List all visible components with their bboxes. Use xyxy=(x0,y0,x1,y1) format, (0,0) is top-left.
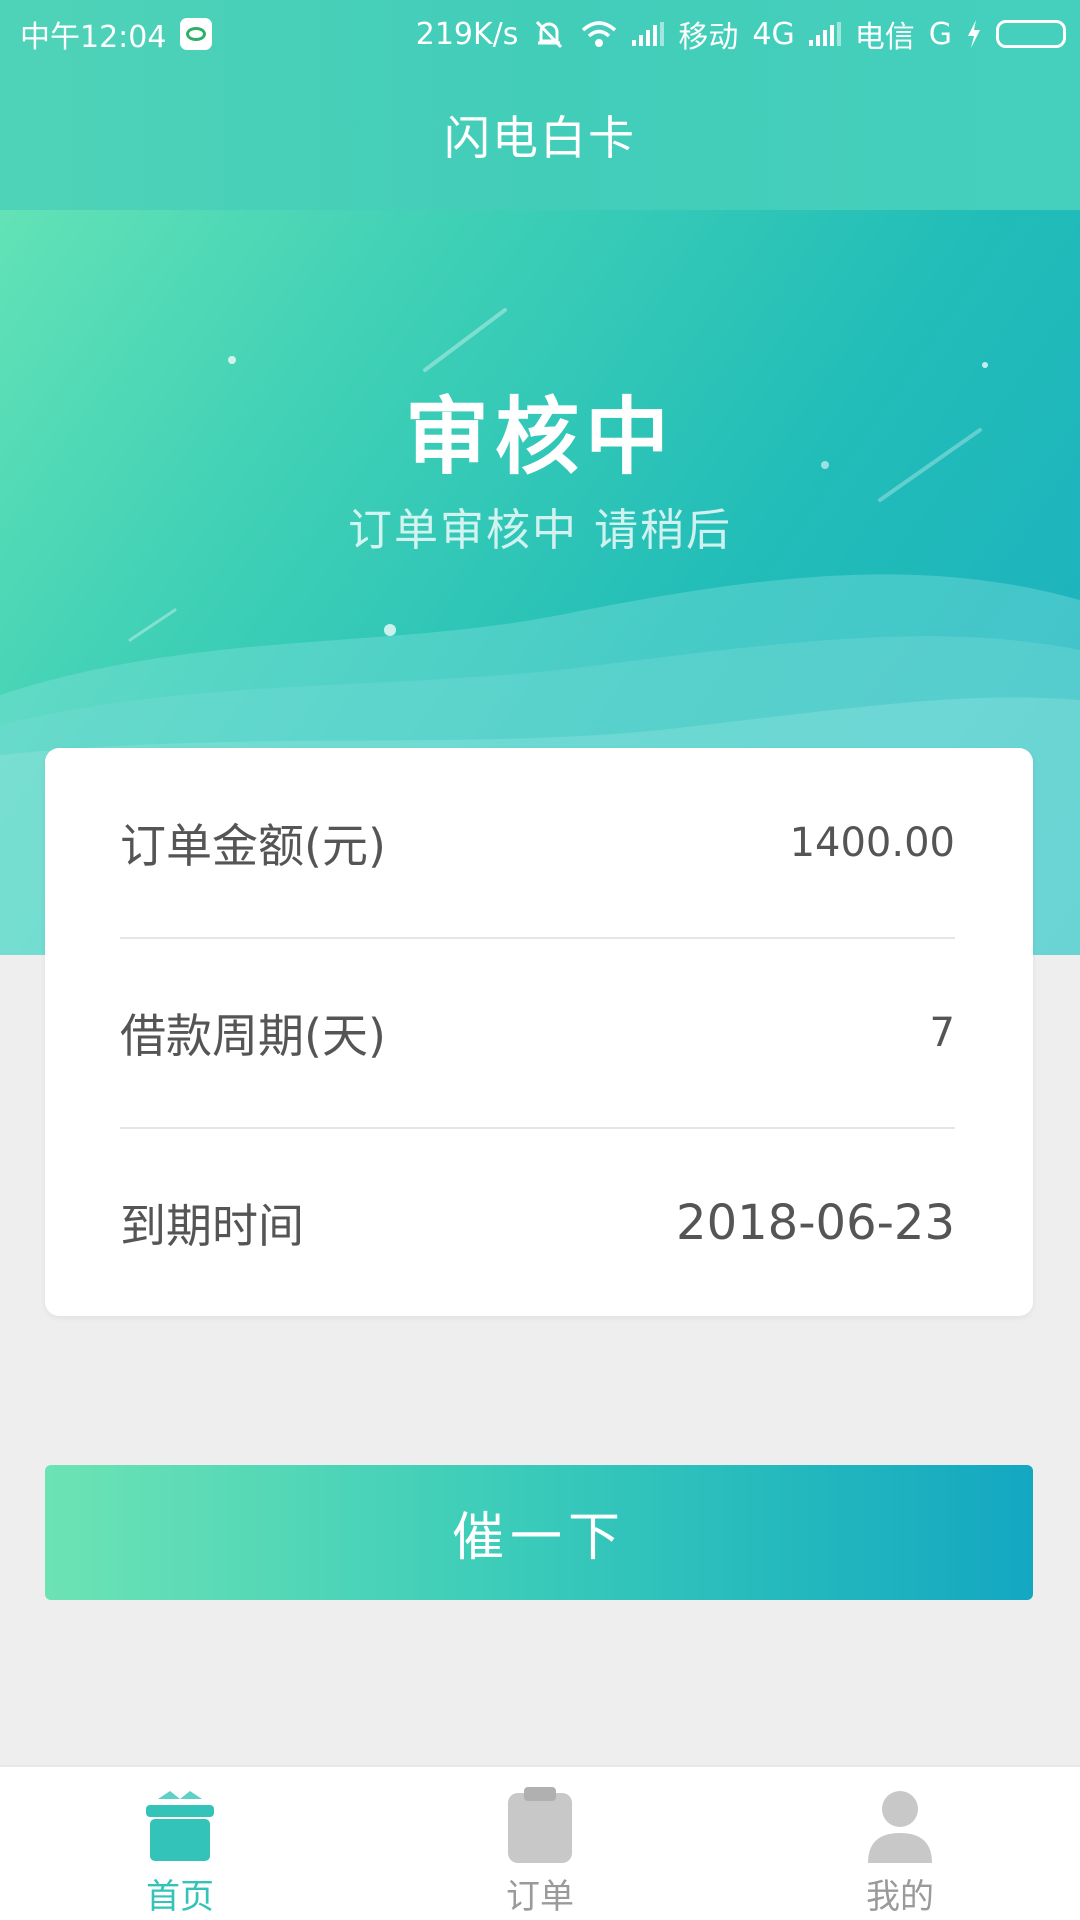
app-screen: 中午12:04 219K/s 移动 4G 电信 G 闪电白卡 审核中 订单审核中… xyxy=(0,0,1080,1920)
order-amount-row: 订单金额(元) 1400.00 xyxy=(120,748,955,938)
app-title: 闪电白卡 xyxy=(444,111,636,165)
due-date-value: 2018-06-23 xyxy=(676,1195,955,1251)
wifi-icon xyxy=(582,21,617,47)
user-icon xyxy=(868,1791,932,1863)
loan-period-value: 7 xyxy=(929,1010,955,1056)
due-date-label: 到期时间 xyxy=(120,1199,304,1253)
nav-label-home: 首页 xyxy=(146,1877,214,1917)
clipboard-icon xyxy=(508,1787,572,1863)
app-notification-icon xyxy=(180,18,213,50)
signal-icon-2 xyxy=(808,22,841,46)
bottom-nav: 首页 订单 我的 xyxy=(0,1765,1080,1920)
nav-item-orders[interactable]: 订单 xyxy=(360,1767,720,1920)
loan-period-row: 借款周期(天) 7 xyxy=(120,938,955,1128)
signal-icon-1 xyxy=(632,22,665,46)
nav-item-mine[interactable]: 我的 xyxy=(720,1767,1080,1920)
order-info-card: 订单金额(元) 1400.00 借款周期(天) 7 到期时间 2018-06-2… xyxy=(45,748,1033,1316)
home-gift-icon xyxy=(146,1791,214,1861)
carrier-1: 移动 xyxy=(678,20,739,55)
network-type-1: 4G xyxy=(752,16,795,52)
nav-item-home[interactable]: 首页 xyxy=(0,1767,360,1920)
order-amount-label: 订单金额(元) xyxy=(120,819,386,873)
network-type-2: G xyxy=(928,16,952,52)
due-date-row: 到期时间 2018-06-23 xyxy=(120,1128,955,1318)
carrier-2: 电信 xyxy=(854,20,915,55)
status-time: 中午12:04 xyxy=(20,20,167,55)
urge-button[interactable]: 催一下 xyxy=(45,1465,1033,1600)
nav-label-orders: 订单 xyxy=(506,1877,574,1917)
charging-bolt-icon xyxy=(968,20,980,48)
order-amount-value: 1400.00 xyxy=(789,820,955,866)
status-bar: 中午12:04 219K/s 移动 4G 电信 G xyxy=(0,0,1080,62)
battery-icon xyxy=(996,20,1066,48)
review-status-subtitle: 订单审核中 请稍后 xyxy=(348,505,732,556)
network-speed: 219K/s xyxy=(415,16,519,52)
review-status-title: 审核中 xyxy=(404,388,675,486)
loan-period-label: 借款周期(天) xyxy=(120,1009,386,1063)
nav-label-mine: 我的 xyxy=(866,1877,934,1917)
mute-bell-icon xyxy=(536,20,563,49)
